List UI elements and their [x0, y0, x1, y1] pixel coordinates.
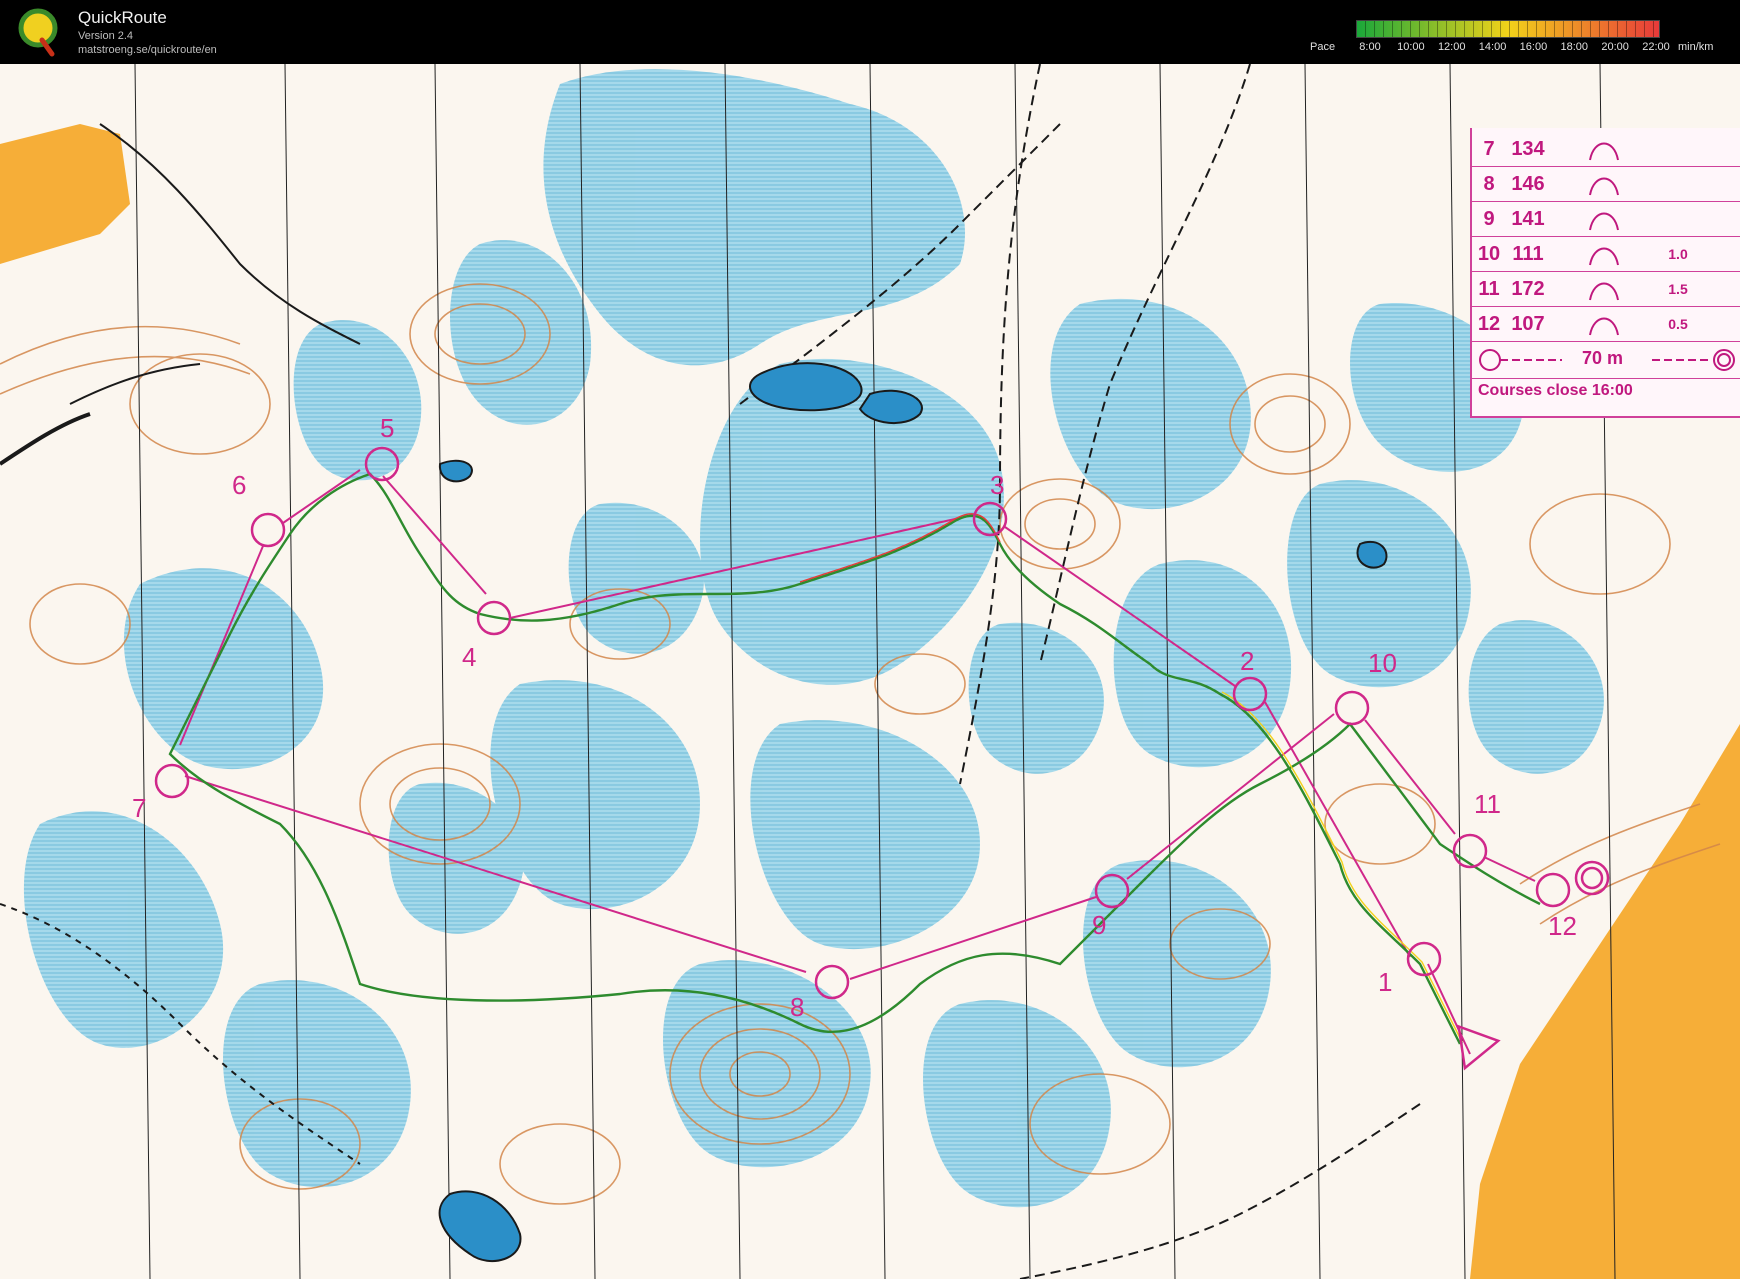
description-num: 8 [1483, 173, 1495, 195]
description-row: 9 141 [1472, 202, 1740, 237]
quickroute-logo-icon [18, 8, 58, 57]
control-11[interactable] [1452, 833, 1488, 869]
description-code: 141 [1511, 208, 1545, 230]
description-code: 111 [1512, 243, 1544, 265]
description-row: 11 172 1.5 [1472, 272, 1740, 307]
description-row: 7 134 [1472, 132, 1740, 167]
pace-scale-ticks: 8:00 10:00 12:00 14:00 16:00 18:00 20:00 22:00 [1356, 41, 1669, 55]
description-note: 0.5 [1668, 316, 1688, 332]
pace-tick: 12:00 [1437, 41, 1466, 53]
app-title: QuickRoute [78, 8, 167, 27]
control-label-6: 6 [232, 470, 246, 500]
feature-symbol-icon [1589, 282, 1619, 301]
description-row: 8 146 [1472, 167, 1740, 202]
description-note: 1.0 [1668, 246, 1688, 262]
control-description-sheet: 7 134 8 146 9 141 10 111 1.0 11 172 1.5 12 107 0.5 70 … [1470, 128, 1740, 418]
control-label-2: 2 [1240, 646, 1254, 676]
control-label-10: 10 [1368, 648, 1397, 678]
marsh-areas [23, 69, 1604, 1208]
pace-tick: 14:00 [1478, 41, 1507, 53]
finish-leg-row: 70 m [1472, 342, 1740, 379]
feature-symbol-icon [1589, 177, 1619, 196]
description-code: 134 [1511, 138, 1545, 160]
feature-symbol-icon [1589, 212, 1619, 231]
control-label-1: 1 [1378, 967, 1392, 997]
pace-tick: 16:00 [1519, 41, 1548, 53]
control-10[interactable] [1334, 690, 1370, 726]
control-label-3: 3 [990, 470, 1004, 500]
description-num: 11 [1478, 278, 1500, 300]
description-note [1658, 167, 1698, 201]
orienteering-map[interactable]: 1 2 3 4 5 6 7 8 9 10 11 12 7 134 8 146 9 141 1… [0, 64, 1740, 1279]
control-12[interactable] [1535, 872, 1571, 908]
description-row: 10 111 1.0 [1472, 237, 1740, 272]
description-num: 7 [1483, 138, 1495, 160]
feature-symbol-icon [1589, 317, 1619, 336]
pace-label: Pace [1310, 41, 1336, 53]
control-label-8: 8 [790, 992, 804, 1022]
pace-tick: 22:00 [1642, 41, 1670, 53]
control-6[interactable] [250, 512, 286, 548]
description-num: 9 [1483, 208, 1495, 230]
description-num: 12 [1477, 313, 1501, 335]
description-note [1658, 132, 1698, 166]
description-row: 12 107 0.5 [1472, 307, 1740, 342]
control-8[interactable] [814, 964, 850, 1000]
pace-tick: 18:00 [1560, 41, 1589, 53]
description-note [1658, 202, 1698, 236]
title-bar: QuickRoute Version 2.4 matstroeng.se/qui… [0, 0, 1740, 64]
control-label-9: 9 [1092, 910, 1106, 940]
finish-distance: 70 m [1582, 348, 1624, 368]
app-version: Version 2.4 [78, 30, 134, 42]
control-label-12: 12 [1548, 911, 1577, 941]
description-note: 1.5 [1668, 281, 1688, 297]
pace-tick: 8:00 [1359, 41, 1381, 53]
control-7[interactable] [154, 763, 190, 799]
feature-symbol-icon [1589, 247, 1619, 266]
control-label-11: 11 [1474, 789, 1501, 819]
app-url[interactable]: matstroeng.se/quickroute/en [78, 44, 217, 56]
feature-symbol-icon [1589, 142, 1619, 161]
finish-inner [1580, 866, 1604, 890]
pace-tick: 10:00 [1397, 41, 1425, 53]
courses-close-note: Courses close 16:00 [1478, 382, 1633, 399]
control-label-5: 5 [380, 413, 394, 443]
description-code: 146 [1511, 173, 1545, 195]
pace-color-scale [1356, 20, 1660, 38]
description-code: 172 [1511, 278, 1545, 300]
description-num: 10 [1477, 243, 1501, 265]
pace-tick: 20:00 [1601, 41, 1629, 53]
description-code: 107 [1511, 313, 1545, 335]
control-label-4: 4 [462, 642, 476, 672]
pace-unit: min/km [1678, 41, 1714, 53]
control-label-7: 7 [132, 793, 146, 823]
